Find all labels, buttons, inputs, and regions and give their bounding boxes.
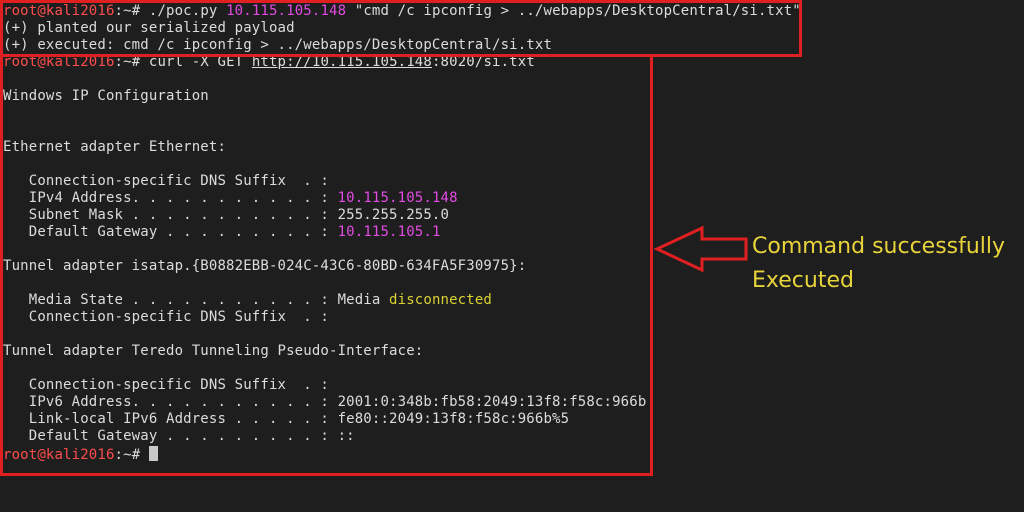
annotation-text: Command successfully Executed: [752, 230, 1005, 298]
arrow-left-icon: [653, 225, 748, 273]
annotation-line2: Executed: [752, 268, 854, 293]
annotation-line1: Command successfully: [752, 234, 1006, 259]
highlight-box-output: [0, 54, 653, 476]
highlight-box-exploit: [0, 0, 802, 57]
